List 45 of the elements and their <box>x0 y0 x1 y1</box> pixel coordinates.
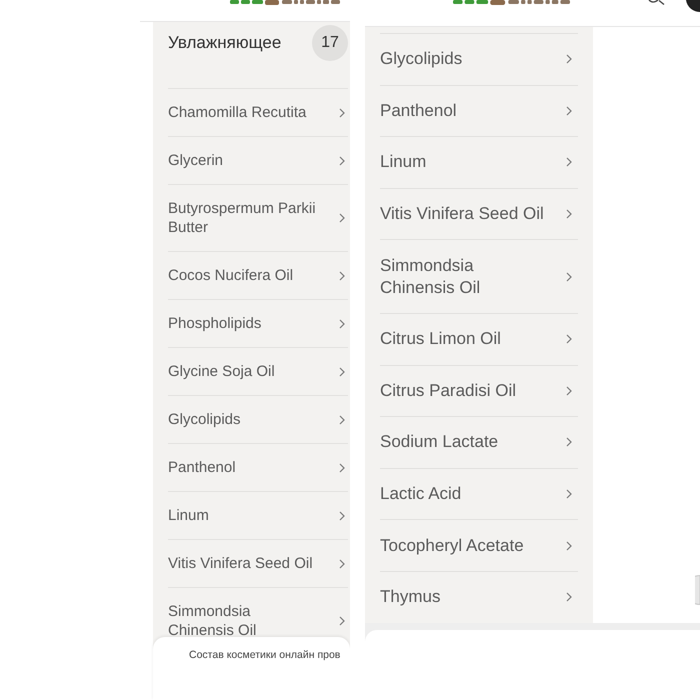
ingredient-item[interactable]: Linum <box>380 136 578 188</box>
chevron-icon <box>566 489 572 500</box>
chevron-icon <box>339 156 345 166</box>
ingredient-item[interactable]: Sodium Lactate <box>380 416 578 468</box>
chevron-icon <box>566 334 572 344</box>
category-title: Увлажняющее <box>168 32 282 54</box>
ingredient-item[interactable]: Vitis Vinifera Seed Oil <box>380 188 578 240</box>
count-badge: 17 <box>312 25 348 61</box>
chevron-icon <box>566 54 572 64</box>
search-icon[interactable] <box>648 0 665 5</box>
chevron-icon <box>566 106 572 116</box>
ingredient-item[interactable]: Phospholipids <box>168 299 348 347</box>
chevron-icon <box>566 157 572 168</box>
ingredient-item[interactable]: Glycine Soja Oil <box>168 347 348 395</box>
ingredient-item[interactable]: Citrus Limon Oil <box>380 312 578 365</box>
ingredient-item[interactable]: Tocopheryl Acetate <box>380 519 578 571</box>
ingredient-item[interactable]: Cocos Nucifera Oil <box>168 251 348 299</box>
ingredient-item[interactable]: Simmondsia Chinensis Oil <box>380 239 578 313</box>
chevron-icon <box>566 540 572 551</box>
ingredient-item[interactable]: Glycolipids <box>380 33 578 85</box>
ingredient-item[interactable]: Vitis Vinifera Seed Oil <box>168 539 348 587</box>
ingredient-item[interactable]: Lactic Acid <box>380 468 578 520</box>
chevron-icon <box>339 213 345 223</box>
ingredient-item[interactable]: Glycerin <box>168 136 348 184</box>
chevron-icon <box>339 366 345 376</box>
ingredient-item[interactable]: Chamomilla Recutita <box>168 88 348 136</box>
chevron-icon <box>566 272 572 282</box>
chevron-icon <box>339 616 345 626</box>
chevron-icon <box>566 592 572 602</box>
ingredient-item[interactable]: Panthenol <box>168 443 348 491</box>
ingredient-item[interactable]: Glycolipids <box>168 395 348 443</box>
chevron-icon <box>339 558 345 568</box>
chevron-icon <box>566 209 572 220</box>
chevron-icon <box>339 270 345 280</box>
chevron-icon <box>339 510 345 520</box>
ingredient-item[interactable]: Linum <box>168 491 348 539</box>
chevron-icon <box>339 414 345 424</box>
ingredient-item[interactable]: Panthenol <box>380 84 578 136</box>
chevron-icon <box>339 318 345 328</box>
ingredient-item[interactable]: Butyrospermum Parkii Butter <box>168 184 348 251</box>
ingredient-item[interactable]: Citrus Paradisi Oil <box>380 364 578 416</box>
chevron-icon <box>339 108 345 118</box>
chevron-icon <box>566 386 572 396</box>
chevron-icon <box>566 437 572 448</box>
chevron-icon <box>339 462 345 472</box>
